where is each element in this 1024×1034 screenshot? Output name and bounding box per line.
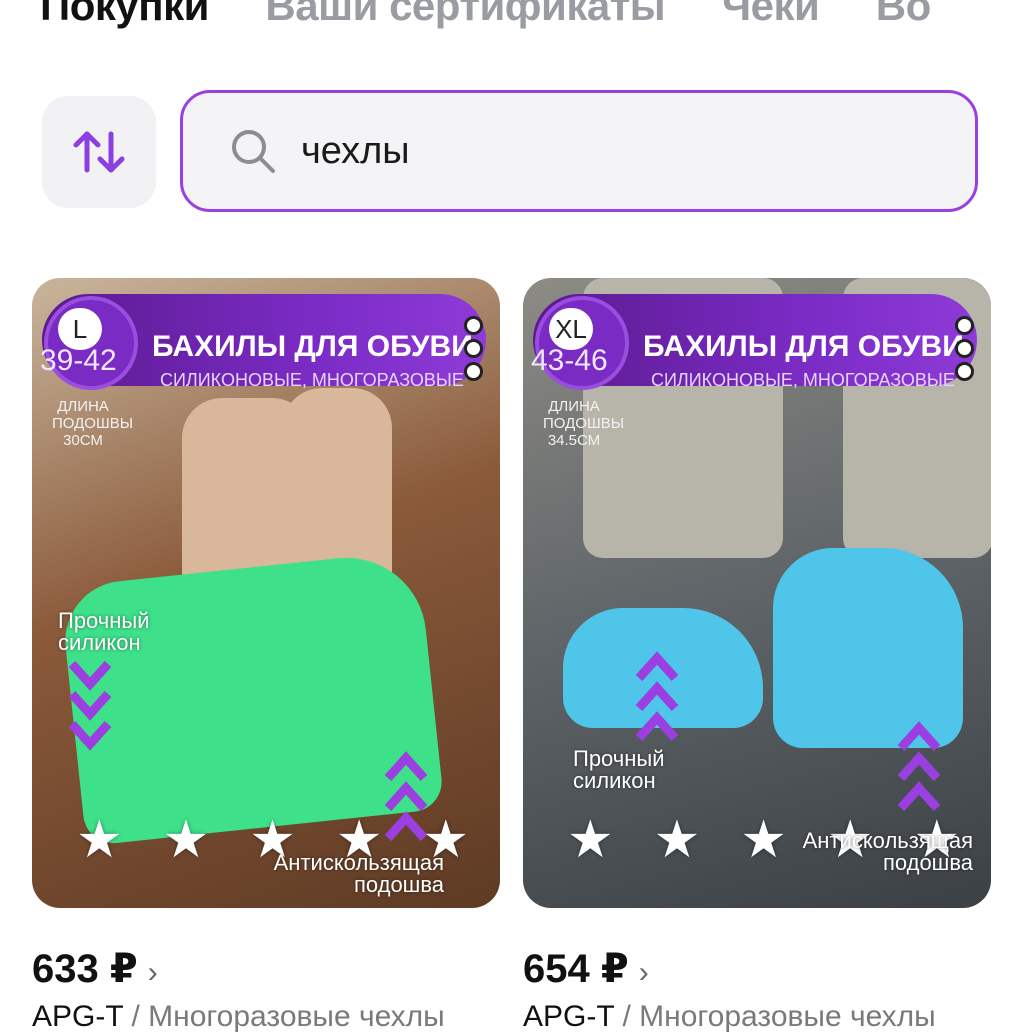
size-range: 43-46	[531, 344, 608, 377]
feature-label: Прочный силикон	[58, 608, 150, 655]
banner-subtitle: СИЛИКОНОВЫЕ, МНОГОРАЗОВЫЕ	[160, 370, 464, 390]
product-title[interactable]: APG-T / Многоразовые чехлы	[523, 1000, 993, 1034]
product-price[interactable]: 654 ₽ ›	[523, 946, 649, 992]
star-icon: ★	[76, 811, 123, 869]
product-brand: APG-T	[32, 1000, 124, 1033]
tab-certificates[interactable]: Ваши сертификаты	[265, 0, 665, 30]
price-value: 654 ₽	[523, 947, 629, 991]
feature-label: Прочный силикон	[573, 746, 665, 793]
feature-label: Антискользящая подошва	[802, 828, 973, 875]
star-icon: ★	[162, 811, 210, 869]
product-card-image[interactable]: БАХИЛЫ ДЛЯ ОБУВИ СИЛИКОНОВЫЕ, МНОГОРАЗОВ…	[32, 278, 500, 908]
sort-arrows-icon	[73, 131, 125, 173]
product-price[interactable]: 633 ₽ ›	[32, 946, 158, 992]
more-dots-icon	[464, 316, 483, 385]
tab-purchases[interactable]: Покупки	[40, 0, 209, 30]
search-input[interactable]	[299, 128, 903, 174]
search-field[interactable]	[180, 90, 978, 212]
banner-subtitle: СИЛИКОНОВЫЕ, МНОГОРАЗОВЫЕ	[651, 370, 955, 390]
search-icon	[232, 130, 275, 173]
chevron-down-decor-icon	[68, 660, 112, 751]
product-title[interactable]: APG-T / Многоразовые чехлы	[32, 1000, 502, 1034]
sole-length-info: ДЛИНА ПОДОШВЫ 34.5СМ	[543, 398, 624, 449]
star-icon: ★	[653, 811, 701, 869]
product-name: / Многоразовые чехлы	[131, 1000, 445, 1033]
star-icon: ★	[567, 811, 614, 869]
product-card-image[interactable]: БАХИЛЫ ДЛЯ ОБУВИ СИЛИКОНОВЫЕ, МНОГОРАЗОВ…	[523, 278, 991, 908]
size-range: 39-42	[40, 344, 117, 377]
tabs-bar: Покупки Ваши сертификаты Чеки Во	[40, 0, 1024, 42]
more-dots-icon	[955, 316, 974, 385]
chevron-right-icon: ›	[638, 956, 649, 989]
sole-length-info: ДЛИНА ПОДОШВЫ 30СМ	[52, 398, 133, 449]
tab-more[interactable]: Во	[876, 0, 932, 30]
feature-label: Антискользящая подошва	[273, 850, 444, 897]
chevron-up-decor-icon	[897, 721, 941, 812]
product-name: / Многоразовые чехлы	[622, 1000, 936, 1033]
sort-button[interactable]	[42, 96, 156, 208]
banner-title: БАХИЛЫ ДЛЯ ОБУВИ	[643, 330, 964, 363]
chevron-up-decor-icon	[635, 651, 679, 742]
banner-title: БАХИЛЫ ДЛЯ ОБУВИ	[152, 330, 473, 363]
product-brand: APG-T	[523, 1000, 615, 1033]
price-value: 633 ₽	[32, 947, 138, 991]
chevron-right-icon: ›	[147, 956, 158, 989]
tab-receipts[interactable]: Чеки	[722, 0, 820, 30]
